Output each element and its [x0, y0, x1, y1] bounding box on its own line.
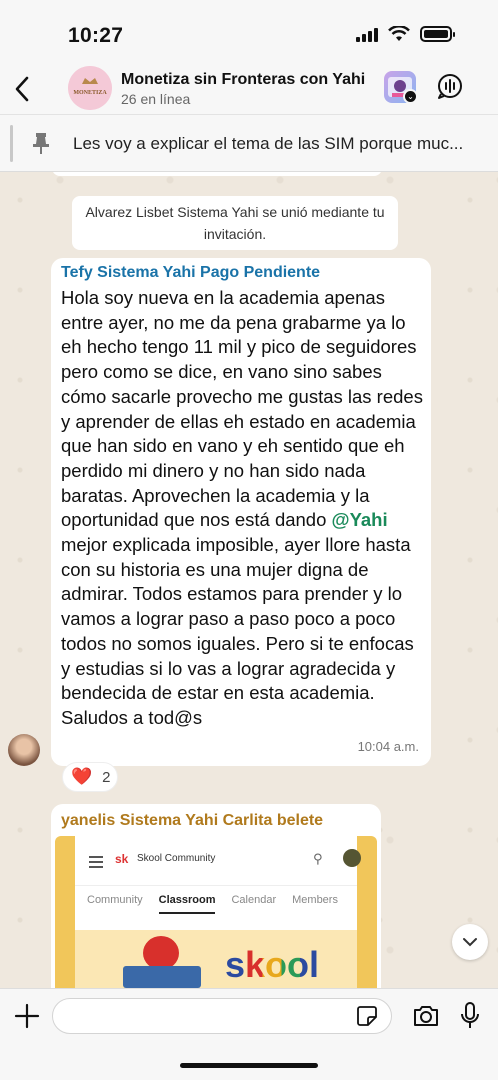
- chat-header: MONETIZA Monetiza sin Fronteras con Yahi…: [0, 64, 498, 114]
- chevron-down-icon: ⌄: [403, 89, 418, 104]
- status-icons: [356, 26, 455, 42]
- message-time: 10:04 a.m.: [357, 739, 419, 754]
- message-sender[interactable]: yanelis Sistema Yahi Carlita belete: [61, 812, 323, 830]
- signal-icon: [356, 26, 378, 42]
- skool-topbar: sk Skool Community ⚲: [75, 836, 361, 886]
- microphone-icon[interactable]: [460, 1001, 480, 1031]
- tab-calendar: Calendar: [231, 894, 277, 906]
- reaction-pill[interactable]: ❤️ 2: [62, 762, 118, 792]
- skool-wordmark: skool: [225, 944, 320, 985]
- wifi-icon: [388, 26, 410, 41]
- online-count: 26 en línea: [121, 91, 191, 107]
- tab-classroom: Classroom: [158, 894, 216, 914]
- tab-members: Members: [292, 894, 338, 906]
- pinned-text: Les voy a explicar el tema de las SIM po…: [73, 134, 464, 153]
- message-sender[interactable]: Tefy Sistema Yahi Pago Pendiente: [61, 264, 320, 282]
- skool-hero: skool: [75, 930, 357, 988]
- message-text-part: mejor explicada imposible, ayer llore ha…: [61, 534, 414, 728]
- voice-chat-icon[interactable]: [436, 72, 464, 100]
- menu-icon: [89, 856, 103, 871]
- sender-avatar[interactable]: [8, 734, 40, 766]
- status-bar: 10:27: [0, 0, 498, 64]
- status-time: 10:27: [68, 24, 124, 47]
- group-title[interactable]: Monetiza sin Fronteras con Yahi: [121, 71, 365, 89]
- message-text-part: Hola soy nueva en la academia apenas ent…: [61, 287, 423, 531]
- system-message: Alvarez Lisbet Sistema Yahi se unió medi…: [72, 196, 398, 250]
- group-avatar[interactable]: MONETIZA: [68, 66, 112, 110]
- mention-link[interactable]: @Yahi: [332, 509, 388, 530]
- pinned-indicator: [10, 125, 13, 162]
- heart-icon: ❤️: [71, 767, 93, 786]
- camera-icon[interactable]: [412, 1003, 440, 1029]
- previous-message-bubble: [52, 172, 382, 176]
- search-icon: ⚲: [313, 851, 323, 866]
- back-icon[interactable]: [10, 74, 36, 104]
- scroll-down-button[interactable]: [452, 924, 488, 960]
- screenshot-image: sk Skool Community ⚲ Community Classroom…: [75, 836, 361, 988]
- svg-text:MONETIZA: MONETIZA: [73, 90, 107, 96]
- avatar: [343, 849, 361, 867]
- message-bubble[interactable]: yanelis Sistema Yahi Carlita belete sk S…: [51, 804, 381, 988]
- group-logo-icon: MONETIZA: [68, 66, 112, 110]
- skool-tabs: Community Classroom Calendar Members: [87, 894, 338, 914]
- message-text: Hola soy nueva en la academia apenas ent…: [61, 286, 427, 731]
- skool-name: Skool Community: [137, 853, 216, 864]
- input-bar: [0, 988, 498, 1080]
- message-input[interactable]: [52, 998, 392, 1034]
- image-attachment[interactable]: sk Skool Community ⚲ Community Classroom…: [55, 836, 377, 988]
- battery-icon: [420, 26, 455, 42]
- pinned-message[interactable]: Les voy a explicar el tema de las SIM po…: [0, 114, 498, 172]
- reaction-count: 2: [102, 768, 111, 786]
- plus-icon[interactable]: [14, 1003, 40, 1029]
- sticker-icon[interactable]: [356, 1005, 378, 1027]
- pin-icon: [33, 133, 49, 154]
- message-bubble[interactable]: Tefy Sistema Yahi Pago Pendiente Hola so…: [51, 258, 431, 766]
- tab-community: Community: [87, 894, 143, 906]
- home-indicator: [180, 1063, 318, 1068]
- books-icon: [123, 966, 201, 988]
- skool-logo: sk: [115, 852, 129, 866]
- chat-area[interactable]: Alvarez Lisbet Sistema Yahi se unió medi…: [0, 172, 498, 988]
- chevron-down-icon: [463, 938, 477, 947]
- apple-icon: [143, 936, 179, 970]
